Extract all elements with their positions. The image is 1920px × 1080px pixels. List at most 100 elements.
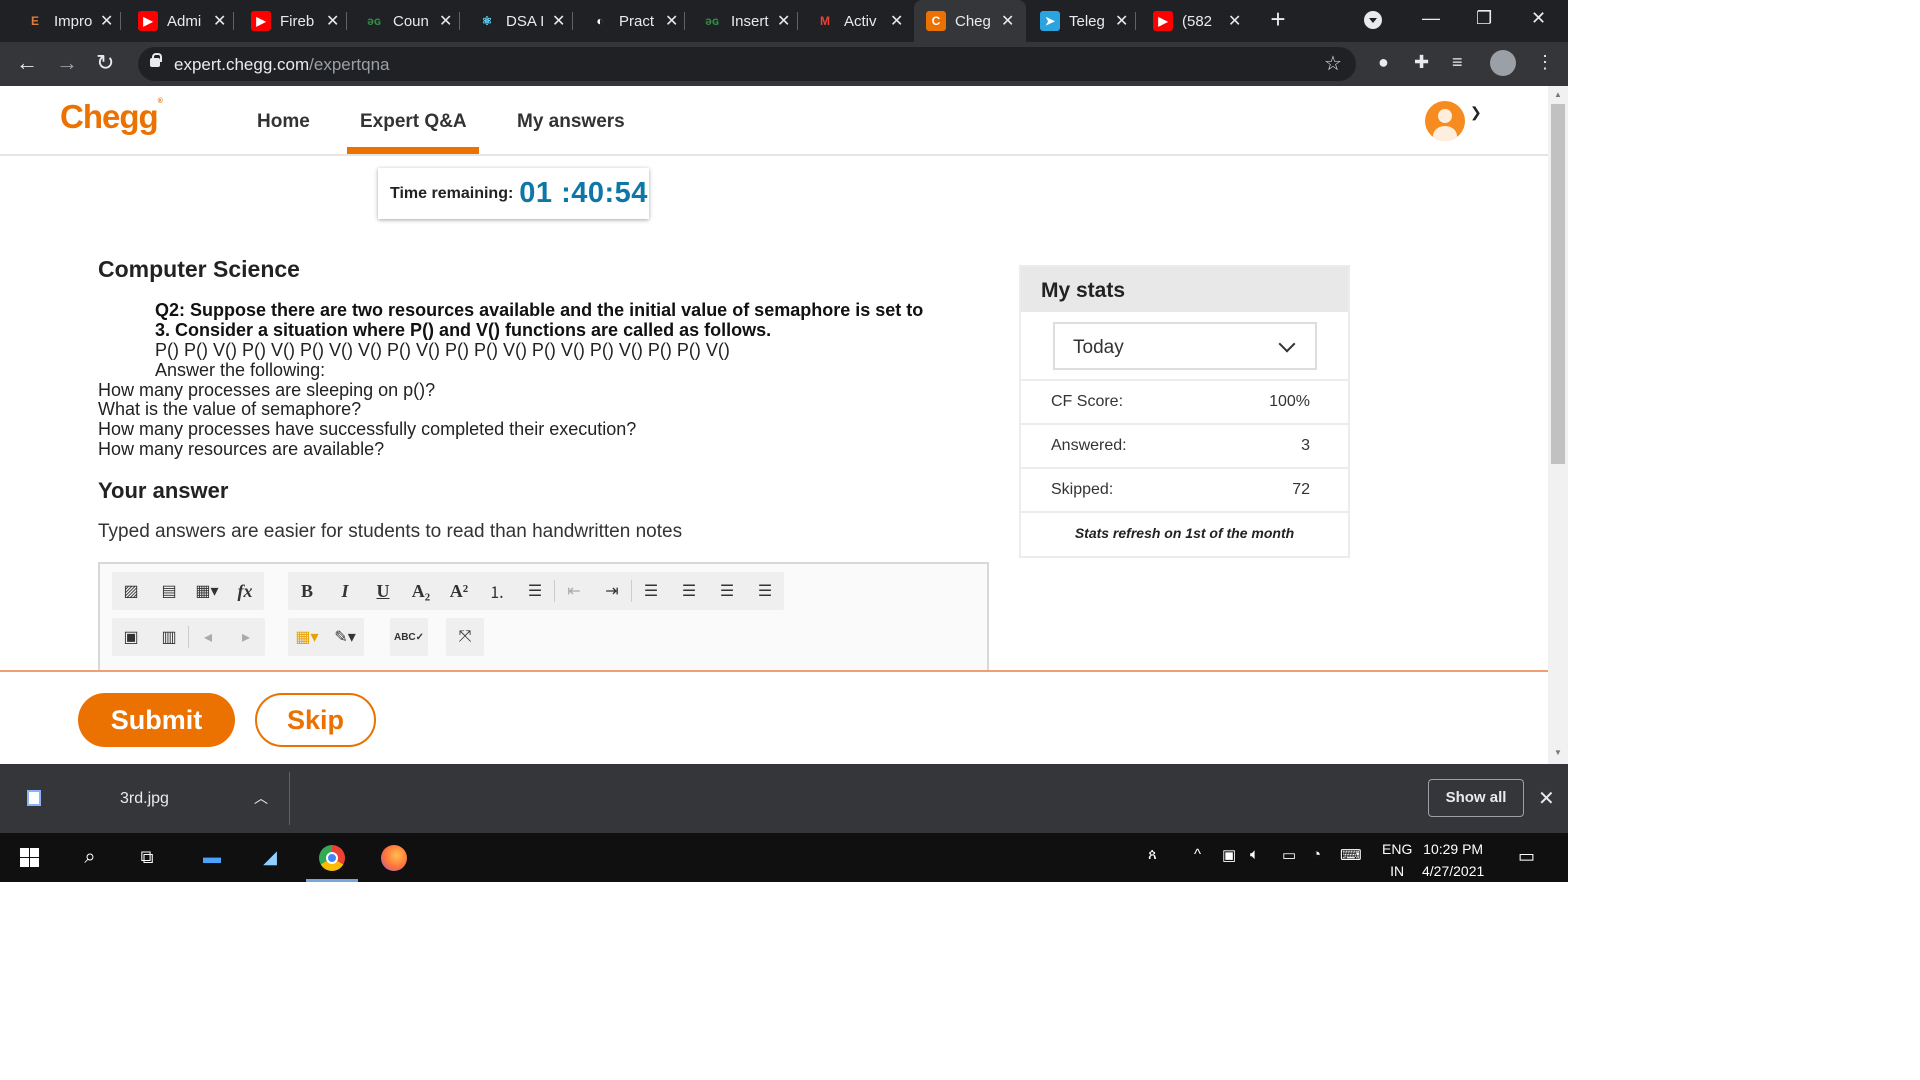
pen-app-icon[interactable]: ◢ [250, 833, 290, 882]
insert-table-icon[interactable]: ▦▾ [188, 572, 226, 610]
browser-tab[interactable]: ▶ Admi ✕ [126, 0, 236, 42]
superscript-icon[interactable]: A² [440, 572, 478, 610]
user-avatar[interactable] [1425, 101, 1465, 141]
align-center-icon[interactable]: ☰ [670, 572, 708, 610]
scrollbar-thumb[interactable] [1551, 104, 1565, 464]
media-control-icon[interactable]: ≡ [1452, 52, 1463, 73]
notifications-icon[interactable]: ▭ [1518, 846, 1535, 867]
close-tab-icon[interactable]: ✕ [1115, 11, 1128, 31]
bullet-list-icon[interactable]: ☰ [516, 572, 554, 610]
browser-tab[interactable]: ǝɢ Coun ✕ [352, 0, 462, 42]
close-tab-icon[interactable]: ✕ [100, 11, 113, 31]
search-icon[interactable]: ⌕ [70, 833, 110, 882]
keyboard-icon[interactable]: ⌨ [1340, 846, 1362, 864]
browser-tab[interactable]: ◐ Pract ✕ [578, 0, 688, 42]
align-right-icon[interactable]: ☰ [708, 572, 746, 610]
numbered-list-icon[interactable]: ⒈ [478, 572, 516, 610]
chevron-down-icon[interactable]: ❯ [1470, 104, 1482, 121]
bold-icon[interactable]: B [288, 572, 326, 610]
skip-button[interactable]: Skip [255, 693, 376, 747]
close-tab-icon[interactable]: ✕ [1001, 11, 1014, 31]
clock[interactable]: 10:29 PM 4/27/2021 [1422, 838, 1484, 882]
url-text[interactable]: expert.chegg.com/expertqna [174, 55, 389, 75]
nav-home[interactable]: Home [257, 111, 310, 133]
redo-icon[interactable]: ▸ [227, 618, 265, 656]
insert-media-icon[interactable]: ▤ [150, 572, 188, 610]
chevron-up-icon[interactable]: ︿ [254, 788, 268, 808]
tab-search-icon[interactable] [1364, 11, 1382, 29]
fullscreen-icon[interactable]: ⤧ [446, 618, 484, 656]
close-tab-icon[interactable]: ✕ [213, 11, 226, 31]
scroll-down-icon[interactable]: ▼ [1554, 748, 1562, 757]
close-tab-icon[interactable]: ✕ [326, 11, 339, 31]
browser-profile-avatar[interactable] [1490, 50, 1516, 76]
defender-icon[interactable]: ▣ [1222, 846, 1236, 864]
wifi-icon[interactable]: ◔ [1312, 846, 1321, 863]
justify-icon[interactable]: ☰ [746, 572, 784, 610]
task-view-icon[interactable]: ⧉ [127, 833, 167, 882]
brush-icon[interactable]: ✎▾ [326, 618, 364, 656]
tab-separator [346, 12, 347, 30]
browser-tab[interactable]: E Impro ✕ [13, 0, 123, 42]
browser-tab[interactable]: C Cheg ✕ [914, 0, 1026, 42]
color-grid-icon[interactable]: ▦▾ [288, 618, 326, 656]
close-tab-icon[interactable]: ✕ [777, 11, 790, 31]
page-scrollbar[interactable]: ▲ ▼ [1548, 86, 1568, 764]
tray-chevron-icon[interactable]: ^ [1194, 846, 1201, 863]
italic-icon[interactable]: I [326, 572, 364, 610]
formula-icon[interactable]: fx [226, 572, 264, 610]
scroll-up-icon[interactable]: ▲ [1554, 90, 1562, 99]
insert-image-icon[interactable]: ▨ [112, 572, 150, 610]
browser-tab[interactable]: ⚛ DSA I ✕ [465, 0, 575, 42]
download-filename[interactable]: 3rd.jpg [120, 790, 169, 808]
extensions-puzzle-icon[interactable]: ✚ [1414, 52, 1429, 73]
browser-menu-icon[interactable]: ⋮ [1536, 52, 1554, 73]
stats-period-select[interactable]: Today [1053, 322, 1317, 370]
computer-icon[interactable]: ▬ [192, 833, 232, 882]
people-icon[interactable]: ጰ [1148, 846, 1157, 863]
firefox-taskbar-icon[interactable] [370, 833, 418, 882]
lock-icon[interactable] [150, 53, 162, 67]
browser-tab[interactable]: ▶ (582 ✕ [1141, 0, 1251, 42]
template-icon[interactable]: ▣ [112, 618, 150, 656]
volume-icon[interactable]: 🔈︎ [1250, 846, 1259, 863]
word-icon[interactable]: ▥ [150, 618, 188, 656]
underline-icon[interactable]: U [364, 572, 402, 610]
tab-title: Coun [393, 12, 429, 30]
browser-tab[interactable]: ➤ Teleg ✕ [1028, 0, 1138, 42]
windows-start-icon[interactable] [20, 848, 39, 867]
chegg-logo[interactable]: Chegg® [60, 98, 163, 136]
extension-icon[interactable]: ● [1378, 52, 1389, 73]
nav-expert-qa[interactable]: Expert Q&A [360, 111, 467, 133]
language-indicator[interactable]: ENG IN [1382, 838, 1412, 882]
reload-icon[interactable]: ↻ [96, 52, 114, 74]
submit-button[interactable]: Submit [78, 693, 235, 747]
back-icon[interactable]: ← [16, 52, 38, 74]
indent-icon[interactable]: ⇥ [593, 572, 631, 610]
show-all-button[interactable]: Show all [1428, 779, 1524, 817]
close-tab-icon[interactable]: ✕ [552, 11, 565, 31]
close-window-icon[interactable]: ✕ [1531, 8, 1546, 29]
spellcheck-icon[interactable]: ABC✓ [390, 618, 428, 656]
restore-icon[interactable]: ❐ [1476, 8, 1492, 29]
forward-icon[interactable]: → [56, 52, 78, 74]
browser-tab[interactable]: ǝɢ Insert ✕ [690, 0, 800, 42]
minimize-icon[interactable]: — [1422, 8, 1440, 29]
close-tab-icon[interactable]: ✕ [439, 11, 452, 31]
align-left-icon[interactable]: ☰ [632, 572, 670, 610]
close-tab-icon[interactable]: ✕ [665, 11, 678, 31]
address-bar[interactable]: expert.chegg.com/expertqna ☆ [138, 47, 1356, 81]
chrome-taskbar-icon[interactable] [306, 833, 358, 882]
close-shelf-icon[interactable]: ✕ [1538, 786, 1555, 811]
close-tab-icon[interactable]: ✕ [890, 11, 903, 31]
browser-tab[interactable]: ▶ Fireb ✕ [239, 0, 349, 42]
new-tab-button[interactable]: + [1264, 6, 1292, 34]
nav-my-answers[interactable]: My answers [517, 111, 625, 133]
outdent-icon[interactable]: ⇤ [555, 572, 593, 610]
browser-tab[interactable]: M Activ ✕ [803, 0, 913, 42]
battery-icon[interactable]: ▭ [1282, 846, 1296, 864]
undo-icon[interactable]: ◂ [189, 618, 227, 656]
subscript-icon[interactable]: A₂ [402, 572, 440, 610]
close-tab-icon[interactable]: ✕ [1228, 11, 1241, 31]
bookmark-star-icon[interactable]: ☆ [1324, 51, 1342, 76]
